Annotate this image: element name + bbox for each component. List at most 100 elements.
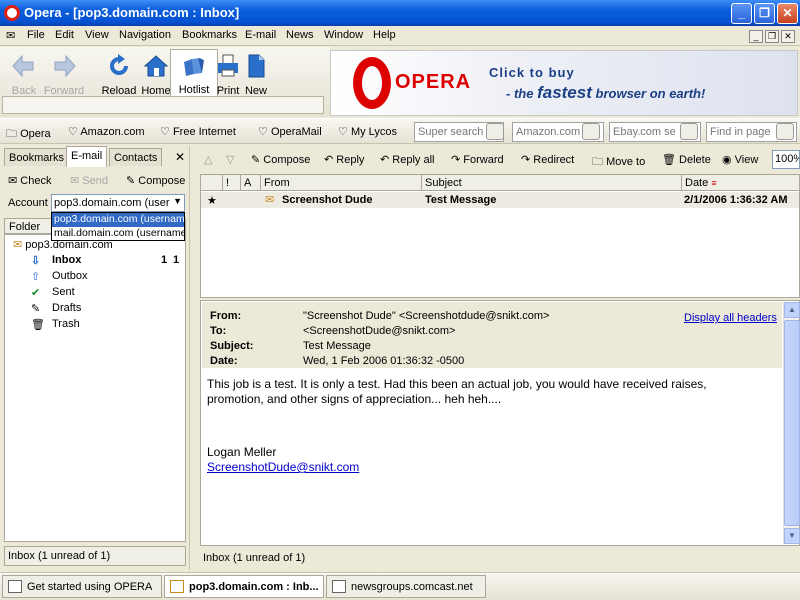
signature-email-link[interactable]: ScreenshotDude@snikt.com: [207, 460, 359, 475]
opera-ad-banner[interactable]: OPERA Click to buy - the fastest browser…: [330, 50, 798, 116]
folder-inbox[interactable]: ⇩ Inbox 1 1: [31, 254, 181, 267]
menu-view[interactable]: View: [85, 29, 109, 41]
compose-label: Compose: [138, 175, 186, 187]
header-date-key: Date:: [210, 355, 238, 367]
account-dropdown-list: pop3.domain.com (usernam mail.domain.com…: [51, 212, 185, 241]
header-from-value: "Screenshot Dude" <Screenshotdude@snikt.…: [303, 310, 550, 322]
menu-news[interactable]: News: [286, 29, 314, 41]
personal-item-label: OperaMail: [270, 126, 322, 138]
page-tab-inbox[interactable]: pop3.domain.com : Inb...: [164, 575, 324, 598]
folder-label: Drafts: [52, 302, 82, 314]
banner-line2-pre: - the: [506, 86, 534, 101]
reply-all-button[interactable]: ↶ Reply all: [380, 153, 434, 166]
compose-mail-button[interactable]: ✎ Compose: [251, 153, 310, 166]
account-select[interactable]: pop3.domain.com (user ▼: [51, 194, 185, 212]
heart-icon: ♡: [68, 126, 78, 138]
previous-message-icon[interactable]: △: [204, 153, 212, 166]
account-option[interactable]: pop3.domain.com (usernam: [52, 213, 184, 227]
move-to-button[interactable]: 🗀 Move to: [592, 153, 645, 172]
star-icon[interactable]: ★: [207, 194, 217, 207]
inbox-icon: ⇩: [31, 255, 41, 267]
redirect-button[interactable]: ↷ Redirect: [521, 153, 574, 166]
page-tab-get-started[interactable]: Get started using OPERA: [2, 575, 162, 598]
mdi-minimize-button[interactable]: _: [749, 30, 763, 43]
header-subject-value: Test Message: [303, 340, 371, 352]
scroll-up-icon[interactable]: ▲: [784, 302, 800, 318]
delete-button[interactable]: 🗑 Delete: [662, 153, 711, 166]
personal-item-free-internet[interactable]: ♡ Free Internet: [160, 125, 236, 138]
column-priority[interactable]: !: [223, 175, 241, 191]
folder-header-label: Folder: [9, 221, 41, 233]
check-mail-button[interactable]: ✉ Check: [8, 174, 51, 187]
opera-app-icon[interactable]: [4, 5, 20, 21]
folder-outbox[interactable]: ⇧ Outbox: [31, 270, 87, 283]
left-status-bar: Inbox (1 unread of 1): [4, 546, 186, 566]
reply-button[interactable]: ↶ Reply: [324, 153, 364, 166]
forward-mail-button[interactable]: ↷ Forward: [451, 153, 504, 166]
personal-item-opera[interactable]: 🗀 Opera: [6, 125, 51, 144]
new-button[interactable]: New: [232, 49, 280, 97]
menu-help[interactable]: Help: [373, 29, 396, 41]
minimize-button[interactable]: _: [731, 3, 752, 24]
tab-email[interactable]: E-mail: [66, 146, 108, 167]
scroll-down-icon[interactable]: ▼: [784, 528, 800, 544]
table-row[interactable]: ★ ✉ Screenshot Dude Test Message 2/1/200…: [201, 192, 799, 208]
next-message-icon[interactable]: ▽: [226, 153, 234, 166]
mdi-close-button[interactable]: ✕: [781, 30, 795, 43]
column-date[interactable]: Date ≡: [682, 175, 799, 191]
banner-line2: - the fastest browser on earth!: [506, 83, 705, 103]
menu-edit[interactable]: Edit: [55, 29, 74, 41]
close-button[interactable]: ✕: [777, 3, 798, 24]
account-select-value: pop3.domain.com (user: [54, 197, 170, 209]
mail-menu-icon[interactable]: ✉: [6, 29, 15, 42]
menu-window[interactable]: Window: [324, 29, 363, 41]
inbox-total-count: 1: [173, 254, 180, 266]
opera-logo-icon: [353, 57, 391, 109]
cart-icon[interactable]: [582, 123, 600, 140]
reload-icon: [110, 54, 128, 75]
folder-trash[interactable]: 🗑 Trash: [31, 318, 80, 331]
personal-item-amazon[interactable]: ♡ Amazon.com: [68, 125, 145, 138]
folder-label: Trash: [52, 318, 80, 330]
cart-icon[interactable]: [680, 123, 698, 140]
preview-scrollbar[interactable]: ▲ ▼: [783, 302, 800, 544]
page-icon: [8, 580, 22, 593]
tab-bookmarks[interactable]: Bookmarks: [4, 148, 70, 166]
send-button[interactable]: ✉ Send: [70, 174, 108, 187]
compose-icon: ✎: [126, 175, 136, 187]
column-subject[interactable]: Subject: [422, 175, 682, 191]
search-go-icon[interactable]: [486, 123, 504, 140]
personal-item-operamail[interactable]: ♡ OperaMail: [258, 125, 322, 138]
scrollbar-thumb[interactable]: [784, 320, 800, 526]
menu-file[interactable]: File: [27, 29, 45, 41]
page-tab-newsgroups[interactable]: newsgroups.comcast.net: [326, 575, 486, 598]
banner-logo-text: OPERA: [395, 71, 472, 93]
tab-contacts[interactable]: Contacts: [109, 148, 163, 166]
compose-button[interactable]: ✎ Compose: [126, 174, 185, 187]
magnifier-icon[interactable]: [776, 123, 794, 140]
mdi-restore-button[interactable]: ❐: [765, 30, 779, 43]
address-field[interactable]: [2, 96, 324, 114]
zoom-field[interactable]: 100%: [772, 150, 800, 169]
column-star[interactable]: [201, 175, 223, 191]
maximize-button[interactable]: ❐: [754, 3, 775, 24]
column-from[interactable]: From: [261, 175, 422, 191]
title-bar: Opera - [pop3.domain.com : Inbox] _ ❐ ✕: [0, 0, 800, 26]
menu-email[interactable]: E-mail: [245, 29, 276, 41]
personal-item-mylycos[interactable]: ♡ My Lycos: [338, 125, 397, 138]
menu-navigation[interactable]: Navigation: [119, 29, 171, 41]
column-attachment[interactable]: A: [241, 175, 261, 191]
page-tab-label: pop3.domain.com : Inb...: [189, 581, 319, 593]
view-button[interactable]: ◉ View: [722, 153, 758, 166]
display-all-headers-link[interactable]: Display all headers: [684, 312, 777, 324]
folder-sent[interactable]: ✔ Sent: [31, 286, 75, 299]
folder-drafts[interactable]: ✎ Drafts: [31, 302, 81, 315]
forward-button[interactable]: Forward: [38, 49, 90, 97]
drafts-icon: ✎: [31, 303, 41, 315]
signature-name: Logan Meller: [207, 445, 277, 459]
account-option[interactable]: mail.domain.com (username: [52, 227, 184, 241]
panel-close-icon[interactable]: ✕: [175, 150, 185, 164]
reply-icon: ↶: [324, 154, 334, 166]
sent-check-icon: ✔: [31, 287, 41, 299]
menu-bookmarks[interactable]: Bookmarks: [182, 29, 237, 41]
